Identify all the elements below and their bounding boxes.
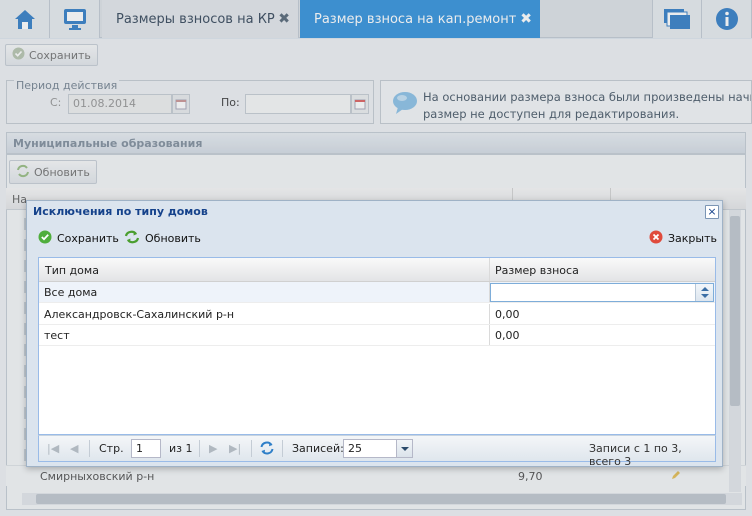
dialog-refresh-button[interactable]: Обновить <box>124 227 201 249</box>
records-per-page-select[interactable]: 25 <box>343 439 413 458</box>
dialog-close-icon[interactable]: × <box>705 205 719 219</box>
contribution-editor-input[interactable] <box>490 283 714 302</box>
dialog-save-button[interactable]: Сохранить <box>38 227 119 249</box>
page-number-input[interactable]: 1 <box>131 439 161 458</box>
refresh-icon[interactable] <box>259 440 275 459</box>
house-types-grid: Тип дома Размер взноса Все дома Александ… <box>38 257 716 435</box>
column-header-contribution[interactable]: Размер взноса <box>495 264 579 277</box>
page-count-label: из 1 <box>169 442 193 455</box>
refresh-label: Обновить <box>145 231 201 245</box>
last-page-icon[interactable]: ▶| <box>229 442 241 455</box>
table-row[interactable]: тест 0,00 <box>39 325 715 346</box>
save-label: Сохранить <box>57 231 119 245</box>
column-header-house-type[interactable]: Тип дома <box>45 264 99 277</box>
close-label: Закрыть <box>668 231 717 245</box>
house-type-cell: Александровск-Сахалинский р-н <box>44 308 235 321</box>
table-row[interactable]: Александровск-Сахалинский р-н 0,00 <box>39 304 715 325</box>
next-page-icon[interactable]: ▶ <box>209 442 217 455</box>
records-summary: Записи с 1 по 3, всего 3 <box>589 442 682 468</box>
prev-page-icon[interactable]: ◀ <box>70 442 78 455</box>
dialog-close-button[interactable]: Закрыть <box>649 227 717 249</box>
contribution-cell: 0,00 <box>495 308 520 321</box>
first-page-icon[interactable]: |◀ <box>47 442 59 455</box>
exclusions-dialog: Исключения по типу домов × Сохранить Обн… <box>26 200 723 468</box>
dialog-title: Исключения по типу домов <box>33 205 208 218</box>
contribution-cell: 0,00 <box>495 329 520 342</box>
house-type-cell: тест <box>44 329 70 342</box>
pagination-toolbar: |◀ ◀ Стр. 1 из 1 ▶ ▶| Записей: 25 Записи… <box>38 435 716 468</box>
page-label: Стр. <box>99 442 124 455</box>
refresh-icon <box>124 230 140 247</box>
check-icon <box>38 230 52 247</box>
records-label: Записей: <box>292 442 344 455</box>
house-type-cell: Все дома <box>44 286 98 299</box>
records-per-page-value: 25 <box>348 442 362 455</box>
chevron-down-icon[interactable] <box>396 440 412 457</box>
close-circle-icon <box>649 230 663 247</box>
grid-header: Тип дома Размер взноса <box>39 258 715 282</box>
spinner-icon[interactable] <box>695 284 713 301</box>
table-row[interactable]: Все дома <box>39 282 715 303</box>
